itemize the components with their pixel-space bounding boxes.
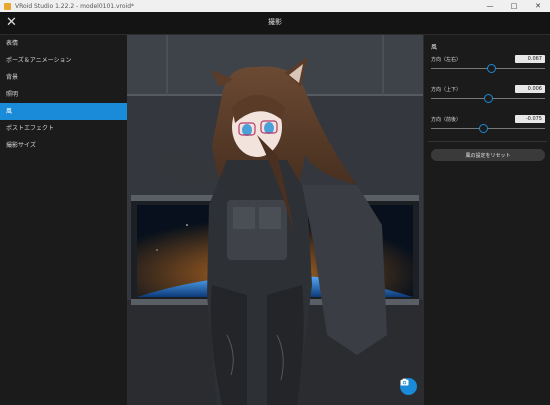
camera-icon (400, 378, 409, 386)
sidebar-item-capture-size[interactable]: 撮影サイズ (0, 137, 127, 154)
sidebar-item-wind[interactable]: 風 (0, 103, 127, 120)
divider (428, 141, 547, 142)
app-header: ✕ 撮影 (0, 12, 550, 35)
camera-button[interactable] (400, 378, 417, 395)
page-title: 撮影 (268, 18, 282, 26)
maximize-button[interactable]: □ (502, 0, 526, 12)
param-label-depth: 方向（前後） (431, 117, 462, 123)
slider-thumb-vertical[interactable] (483, 94, 493, 103)
reset-wind-button[interactable]: 風の設定をリセット (431, 149, 545, 161)
sidebar-item-post-effect[interactable]: ポストエフェクト (0, 120, 127, 137)
viewport-3d[interactable] (127, 35, 423, 405)
param-label-vertical: 方向（上下） (431, 87, 462, 93)
app-icon (4, 2, 11, 10)
minimize-button[interactable]: — (478, 0, 502, 12)
window-close-button[interactable]: ✕ (526, 0, 550, 12)
slider-thumb-depth[interactable] (479, 124, 489, 133)
sidebar: 表情 ポーズ＆アニメーション 背景 照明 風 ポストエフェクト 撮影サイズ (0, 35, 128, 405)
value-field-horizontal[interactable]: 0.067 (515, 55, 545, 63)
sidebar-item-background[interactable]: 背景 (0, 69, 127, 86)
os-titlebar: VRoid Studio 1.22.2 - model0101.vroid* —… (0, 0, 550, 12)
section-title: 風 (431, 44, 438, 51)
slider-thumb-horizontal[interactable] (487, 64, 497, 73)
sidebar-item-pose-animation[interactable]: ポーズ＆アニメーション (0, 52, 127, 69)
sidebar-item-lighting[interactable]: 照明 (0, 86, 127, 103)
sidebar-item-expression[interactable]: 表情 (0, 35, 127, 52)
value-field-depth[interactable]: -0.075 (515, 115, 545, 123)
wind-settings-panel: 風 方向（左右） 0.067 方向（上下） 0.006 方向（前後） -0.07… (423, 35, 550, 405)
scene-render (127, 35, 423, 405)
param-label-horizontal: 方向（左右） (431, 57, 462, 63)
window-title: VRoid Studio 1.22.2 - model0101.vroid* (15, 2, 135, 10)
value-field-vertical[interactable]: 0.006 (515, 85, 545, 93)
